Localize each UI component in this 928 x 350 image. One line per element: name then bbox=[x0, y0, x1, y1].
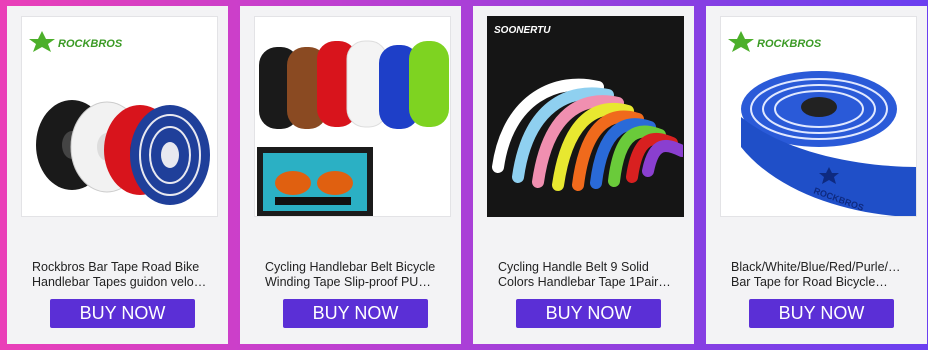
handlebars bbox=[492, 78, 683, 191]
product-card-2[interactable]: Cycling Handlebar Belt Bicycle Winding T… bbox=[240, 6, 461, 344]
product-image-3[interactable]: SOONERTU bbox=[487, 16, 684, 217]
rockbros-logo: ROCKBROS bbox=[728, 31, 822, 52]
product-image-4[interactable]: ROCKBROS ROCKBROS bbox=[720, 16, 917, 217]
product-title-line-1: Cycling Handle Belt 9 Solid bbox=[498, 260, 649, 274]
product-title-line-2: Colors Handlebar Tape 1Pair… bbox=[498, 275, 671, 289]
tape-rolls bbox=[36, 100, 210, 205]
product-image-2[interactable] bbox=[254, 16, 451, 217]
product-title-line-2: Handlebar Tapes guidon velo… bbox=[32, 275, 207, 289]
product-title-3[interactable]: Cycling Handle Belt 9 Solid Colors Handl… bbox=[498, 260, 682, 290]
product-title-1[interactable]: Rockbros Bar Tape Road Bike Handlebar Ta… bbox=[32, 260, 216, 290]
product-title-2[interactable]: Cycling Handlebar Belt Bicycle Winding T… bbox=[265, 260, 449, 290]
buy-now-button-3[interactable]: BUY NOW bbox=[516, 299, 661, 328]
product-image-1[interactable]: ROCKBROS bbox=[21, 16, 218, 217]
brand-text: SOONERTU bbox=[494, 25, 551, 36]
product-title-4[interactable]: Black/White/Blue/Red/Purle/… Bar Tape fo… bbox=[731, 260, 915, 290]
buy-now-button-4[interactable]: BUY NOW bbox=[749, 299, 894, 328]
product-card-4[interactable]: ROCKBROS ROCKBROS Black/White/Blue/Red/P… bbox=[706, 6, 927, 344]
product-card-1[interactable]: ROCKBROS Rockbros Bar Tape Road Bike Han… bbox=[7, 6, 228, 344]
colorful-rolls bbox=[259, 40, 449, 129]
package-photo bbox=[257, 147, 373, 216]
rockbros-logo: ROCKBROS bbox=[29, 31, 123, 52]
product-title-line-1: Rockbros Bar Tape Road Bike bbox=[32, 260, 200, 274]
product-title-line-1: Cycling Handlebar Belt Bicycle bbox=[265, 260, 436, 274]
product-title-line-1: Black/White/Blue/Red/Purle/… bbox=[731, 260, 901, 274]
product-title-line-2: Winding Tape Slip-proof PU… bbox=[265, 275, 431, 289]
product-card-3[interactable]: SOONERTU Cycling Handle Belt 9 Solid Col… bbox=[473, 6, 694, 344]
brand-text: ROCKBROS bbox=[757, 38, 822, 50]
product-title-line-2: Bar Tape for Road Bicycle… bbox=[731, 275, 888, 289]
blue-tape-roll: ROCKBROS bbox=[741, 71, 916, 216]
brand-text: ROCKBROS bbox=[58, 38, 123, 50]
buy-now-button-1[interactable]: BUY NOW bbox=[50, 299, 195, 328]
buy-now-button-2[interactable]: BUY NOW bbox=[283, 299, 428, 328]
